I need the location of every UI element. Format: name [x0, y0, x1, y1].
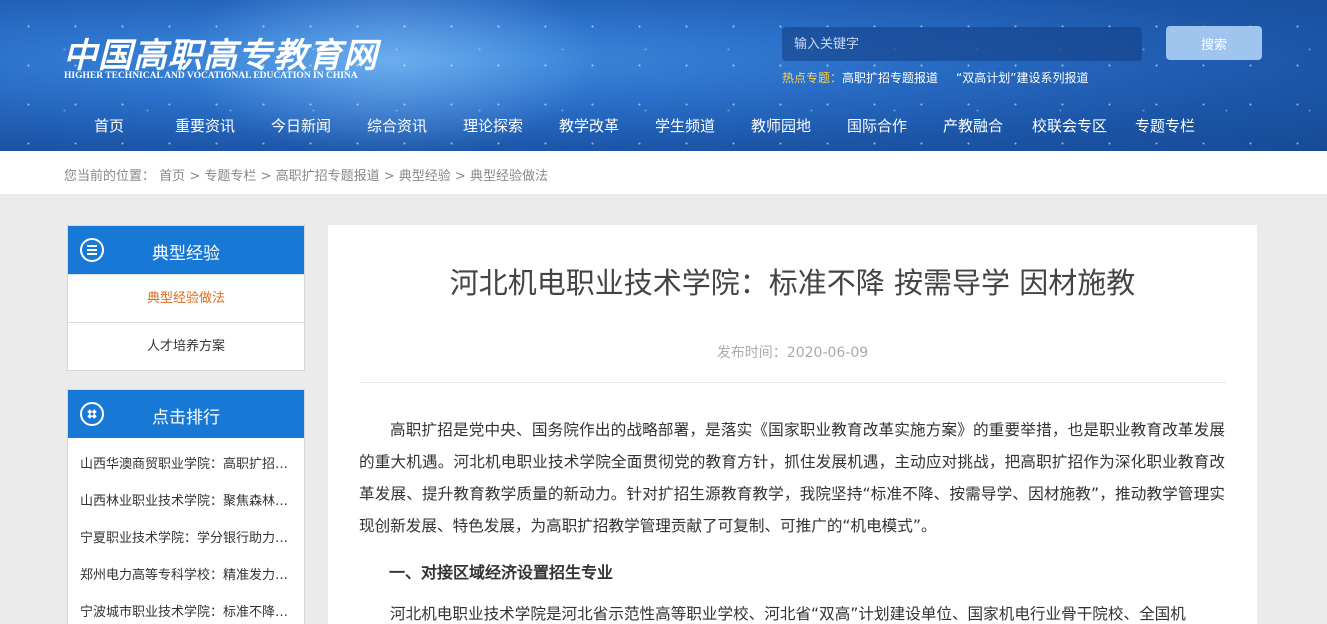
search-input[interactable]	[782, 27, 1142, 61]
site-logo[interactable]: 中国高职高专教育网	[63, 28, 378, 77]
hot-topics: 热点专题：高职扩招专题报道 “双高计划”建设系列报道	[782, 69, 1088, 86]
breadcrumb-separator: >	[189, 169, 201, 184]
article-subheading: 一、对接区域经济设置招生专业	[389, 563, 614, 582]
article-paragraph: 河北机电职业技术学院是河北省示范性高等职业学校、河北省“双高”计划建设单位、国家…	[390, 605, 1186, 623]
nav-item-industry-education[interactable]: 产教融合	[943, 115, 1003, 136]
hot-topic-link[interactable]: “双高计划”建设系列报道	[956, 71, 1088, 85]
ranking-list: 山西华澳商贸职业学院：高职扩招… 山西林业职业技术学院：聚焦森林… 宁夏职业技术…	[68, 438, 304, 624]
nav-item-teachers[interactable]: 教师园地	[751, 115, 811, 136]
sidebar-item-typical-practices[interactable]: 典型经验做法	[68, 274, 304, 322]
ranking-list-item[interactable]: 山西林业职业技术学院：聚焦森林…	[68, 483, 304, 520]
hot-topic-link[interactable]: 高职扩招专题报道	[842, 71, 938, 85]
breadcrumb-item[interactable]: 首页	[159, 169, 185, 184]
nav-item-school-union[interactable]: 校联会专区	[1032, 115, 1107, 136]
breadcrumb-separator: >	[383, 169, 395, 184]
nav-item-important-news[interactable]: 重要资讯	[175, 115, 235, 136]
breadcrumb-separator: >	[454, 169, 466, 184]
article-divider	[360, 382, 1226, 383]
breadcrumb-item[interactable]: 典型经验做法	[470, 169, 548, 184]
search-button[interactable]: 搜索	[1166, 26, 1262, 60]
nav-item-international[interactable]: 国际合作	[847, 115, 907, 136]
nav-item-today-news[interactable]: 今日新闻	[271, 115, 331, 136]
main-nav: 首页 重要资讯 今日新闻 综合资讯 理论探索 教学改革 学生频道 教师园地 国际…	[62, 115, 1242, 141]
ranking-list-item[interactable]: 宁波城市职业技术学院：标准不降…	[68, 594, 304, 624]
ranking-list-item[interactable]: 郑州电力高等专科学校：精准发力…	[68, 557, 304, 594]
ranking-list-item[interactable]: 宁夏职业技术学院：学分银行助力…	[68, 520, 304, 557]
breadcrumb: 您当前的位置： 首页 > 专题专栏 > 高职扩招专题报道 > 典型经验 > 典型…	[64, 165, 548, 184]
nav-item-students[interactable]: 学生频道	[655, 115, 715, 136]
nav-item-home[interactable]: 首页	[94, 115, 124, 136]
site-logo-subtitle: HIGHER TECHNICAL AND VOCATIONAL EDUCATIO…	[64, 71, 358, 81]
ranking-list-item[interactable]: 山西华澳商贸职业学院：高职扩招…	[68, 446, 304, 483]
breadcrumb-label: 您当前的位置：	[64, 169, 156, 184]
sidebar-section-typical-experience: 典型经验 典型经验做法 人才培养方案	[67, 225, 305, 371]
breadcrumb-separator: >	[260, 169, 272, 184]
nav-item-teaching-reform[interactable]: 教学改革	[559, 115, 619, 136]
article: 河北机电职业技术学院：标准不降 按需导学 因材施教 发布时间：2020-06-0…	[328, 225, 1257, 624]
nav-item-general-news[interactable]: 综合资讯	[367, 115, 427, 136]
breadcrumb-bar: 您当前的位置： 首页 > 专题专栏 > 高职扩招专题报道 > 典型经验 > 典型…	[0, 151, 1327, 194]
sidebar-section-title: 典型经验	[152, 244, 220, 264]
hot-topics-label: 热点专题：	[782, 71, 843, 85]
breadcrumb-item[interactable]: 典型经验	[399, 169, 451, 184]
sidebar-section-header: 点击排行	[68, 390, 304, 438]
article-title: 河北机电职业技术学院：标准不降 按需导学 因材施教	[449, 266, 1136, 300]
breadcrumb-item[interactable]: 高职扩招专题报道	[276, 169, 380, 184]
sidebar-section-header: 典型经验	[68, 226, 304, 274]
breadcrumb-item[interactable]: 专题专栏	[204, 169, 256, 184]
sidebar-section-title: 点击排行	[152, 408, 220, 428]
nav-item-theory[interactable]: 理论探索	[463, 115, 523, 136]
article-date: 发布时间：2020-06-09	[716, 345, 869, 361]
nav-item-special-topics[interactable]: 专题专栏	[1135, 115, 1195, 136]
article-paragraph: 高职扩招是党中央、国务院作出的战略部署，是落实《国家职业教育改革实施方案》的重要…	[359, 421, 1225, 535]
sidebar-item-training-plan[interactable]: 人才培养方案	[68, 322, 304, 370]
sidebar-section-click-ranking: 点击排行 山西华澳商贸职业学院：高职扩招… 山西林业职业技术学院：聚焦森林… 宁…	[67, 389, 305, 624]
site-header: 中国高职高专教育网 HIGHER TECHNICAL AND VOCATIONA…	[0, 0, 1327, 151]
